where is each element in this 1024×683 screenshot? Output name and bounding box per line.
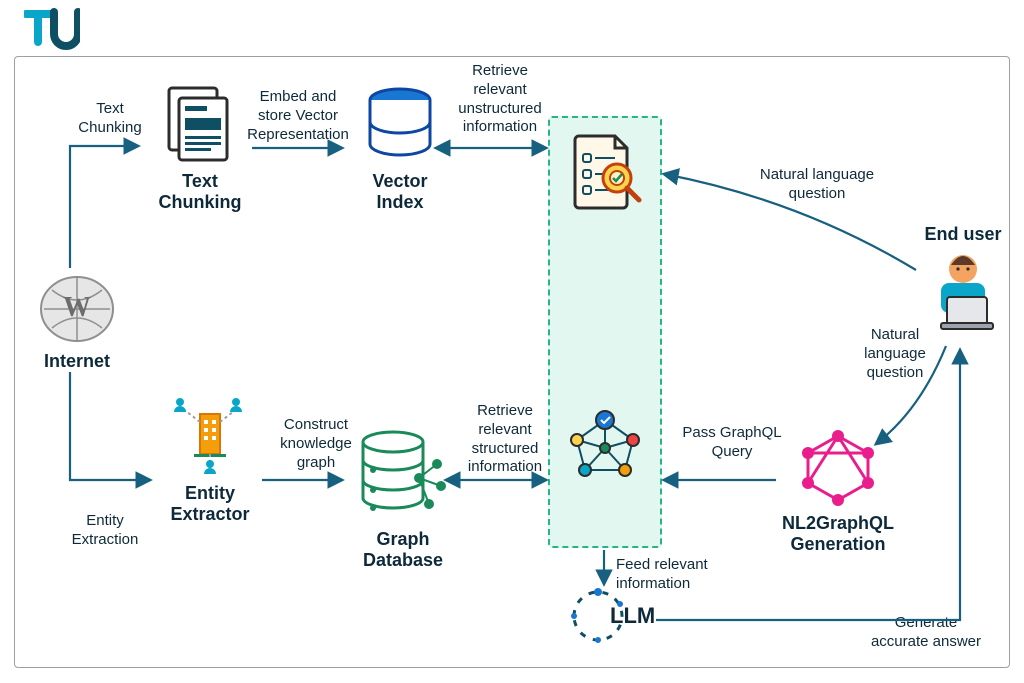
vector-database-icon — [340, 86, 460, 171]
vector-index-label: Vector Index — [340, 171, 460, 213]
edge-label-embed-store: Embed and store Vector Representation — [238, 88, 358, 144]
node-doc-search — [565, 132, 645, 221]
graph-db-label: Graph Database — [338, 529, 468, 571]
edge-label-construct-kg: Construct knowledge graph — [266, 416, 366, 472]
edge-label-pass-graphql: Pass GraphQL Query — [672, 424, 792, 462]
edge-label-generate-answer: Generate accurate answer — [856, 614, 996, 652]
globe-wikipedia-icon: W — [22, 272, 132, 351]
svg-text:W: W — [63, 292, 91, 323]
node-internet: W Internet — [22, 272, 132, 372]
document-search-magnifier-icon — [565, 132, 645, 221]
edge-label-text-chunking: Text Chunking — [70, 100, 150, 138]
end-user-label: End user — [908, 224, 1018, 245]
tu-brand-logo — [24, 8, 80, 57]
node-entity-extractor: Entity Extractor — [150, 392, 270, 525]
edge-label-nl-question-side: Natural language question — [850, 326, 940, 382]
nl2graphql-label: NL2GraphQL Generation — [778, 513, 898, 555]
node-knowledge-graph — [563, 406, 647, 495]
edge-label-retrieve-unstructured: Retrieve relevant unstructured informati… — [445, 62, 555, 137]
internet-label: Internet — [22, 351, 132, 372]
edge-label-feed-relevant: Feed relevant information — [616, 556, 736, 594]
entity-extractor-label: Entity Extractor — [150, 483, 270, 525]
graphql-logo-icon — [778, 428, 898, 513]
knowledge-graph-nodes-icon — [563, 406, 647, 495]
node-vector-index: Vector Index — [340, 86, 460, 213]
edge-label-retrieve-structured: Retrieve relevant structured information — [450, 402, 560, 477]
svg-text:LLM: LLM — [610, 603, 655, 628]
edge-label-entity-extraction: Entity Extraction — [60, 512, 150, 550]
people-nodes-building-icon — [150, 392, 270, 483]
edge-label-nl-question-top: Natural language question — [742, 166, 892, 204]
node-nl2graphql: NL2GraphQL Generation — [778, 428, 898, 555]
text-chunking-label: Text Chunking — [140, 171, 260, 213]
